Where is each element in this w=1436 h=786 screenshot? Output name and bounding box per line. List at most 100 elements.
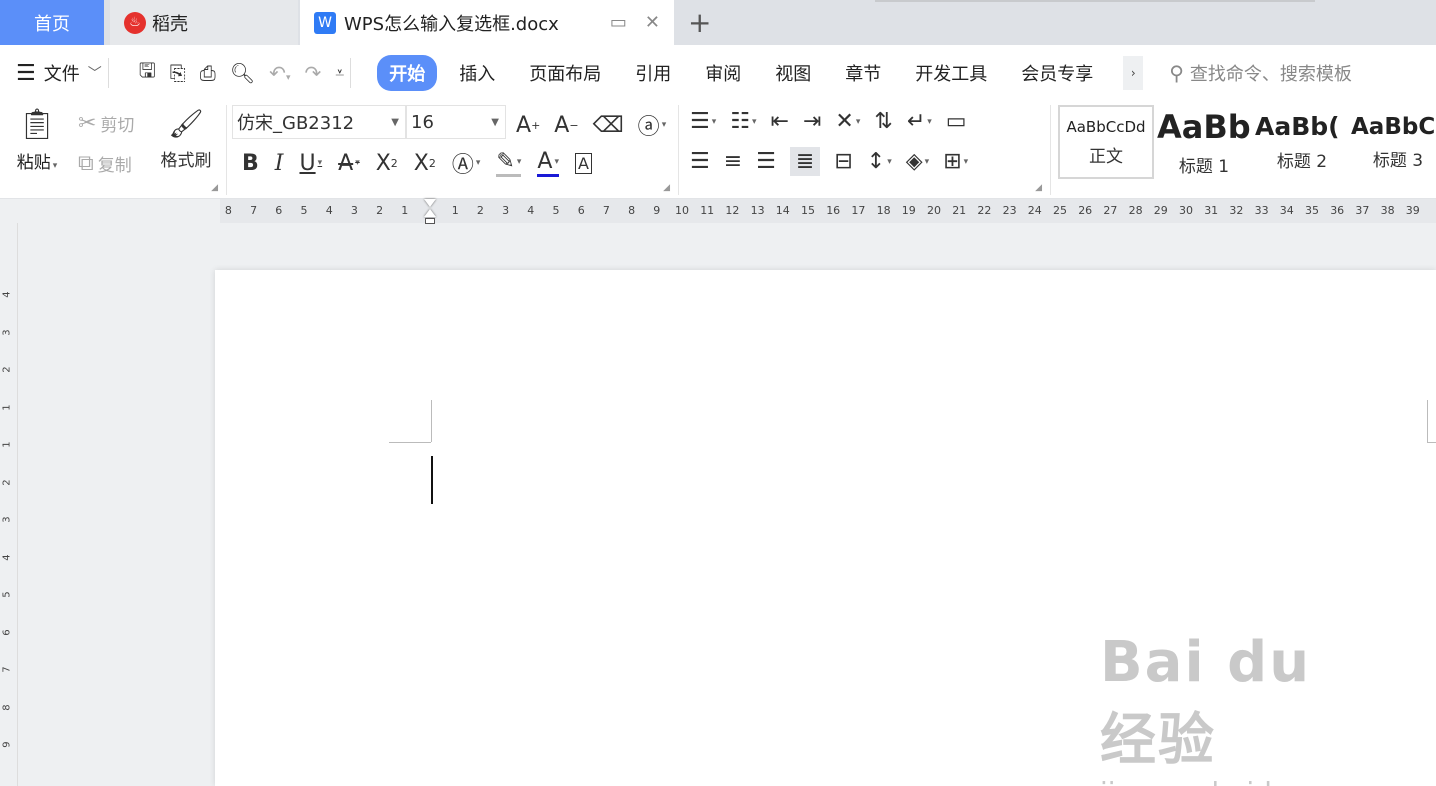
tab-developer[interactable]: 开发工具 — [903, 55, 999, 91]
ruler-number: 26 — [1078, 204, 1093, 217]
chinese-layout-icon[interactable]: ✕ ▾ — [835, 109, 860, 134]
character-border-icon[interactable]: A — [574, 152, 592, 174]
tab-section[interactable]: 章节 — [833, 55, 893, 91]
bullet-list-icon[interactable]: ☰ ▾ — [690, 109, 716, 134]
copy-button[interactable]: ⧉ 复制 — [78, 151, 132, 176]
font-size-select[interactable]: 16 ▼ — [406, 105, 506, 139]
ruler-number: 22 — [977, 204, 992, 217]
more-tabs-button[interactable]: › — [1123, 56, 1144, 90]
border-icon[interactable]: ⊞ ▾ — [943, 149, 968, 174]
tab-references[interactable]: 引用 — [623, 55, 683, 91]
shading-icon[interactable]: ◈ ▾ — [906, 149, 929, 174]
tab-insert[interactable]: 插入 — [447, 55, 507, 91]
add-tab-button[interactable]: + — [688, 6, 711, 39]
tab-member[interactable]: 会员专享 — [1009, 55, 1105, 91]
file-menu[interactable]: ☰ 文件 ﹀ — [16, 60, 102, 86]
strikethrough-icon[interactable]: A ▾ — [338, 151, 360, 176]
pin-window-icon[interactable]: ▭ — [610, 12, 627, 33]
copy-icon: ⧉ — [78, 151, 94, 176]
vertical-ruler[interactable]: 4 3 2 1 1 2 3 4 5 6 7 8 9 — [0, 223, 18, 786]
ruler-number: 2 — [1, 478, 13, 486]
paragraph-group: ☰ ▾ ☷ ▾ ⇤ ⇥ ✕ ▾ ⇅ ↵ ▾ ▭ ☰ ≡ ☰ ≣ ⊟ ↕ ▾ ◈ ▾ ⊞ ▾ ◢ — [686, 101, 1046, 199]
justify-icon[interactable]: ≣ — [789, 147, 821, 176]
text-effect-icon[interactable]: Ⓐ ▾ — [452, 147, 481, 179]
style-name: 正文 — [1089, 146, 1123, 167]
save-icon[interactable]: 🖫 — [139, 56, 156, 90]
format-painter-button[interactable]: 🖌︎ 格式刷 — [158, 107, 214, 171]
increase-indent-icon[interactable]: ⇥ — [803, 109, 821, 134]
style-heading-3[interactable]: AaBbC 标题 3 — [1350, 105, 1436, 179]
close-tab-icon[interactable]: ✕ — [645, 12, 660, 33]
dialog-launcher-icon[interactable]: ◢ — [663, 183, 670, 193]
paste-button[interactable]: 📋︎ 粘贴 ▾ — [14, 107, 60, 173]
ruler-number: 4 — [1, 291, 13, 298]
watermark-url: jingyan.baidu.com — [1100, 776, 1360, 786]
style-preview: AaBb( — [1255, 112, 1340, 141]
highlight-icon[interactable]: ✎ ▾ — [496, 149, 522, 177]
ruler-number: 1 — [1, 403, 13, 411]
text-cursor — [431, 456, 433, 504]
ruler-number: 16 — [826, 204, 841, 217]
print-preview-icon[interactable]: 🔍︎ — [230, 61, 255, 85]
subscript-icon[interactable]: X2 — [414, 151, 436, 176]
group-divider — [1050, 105, 1051, 195]
decrease-indent-icon[interactable]: ⇤ — [771, 109, 789, 134]
cut-button[interactable]: ✂ 剪切 — [78, 111, 134, 136]
tab-view[interactable]: 视图 — [763, 55, 823, 91]
style-heading-2[interactable]: AaBb( 标题 2 — [1254, 105, 1350, 179]
phonetic-guide-icon[interactable]: ⓐ ▾ — [638, 109, 667, 141]
align-left-icon[interactable]: ☰ — [690, 149, 710, 174]
ruler-number: 18 — [876, 204, 891, 217]
style-heading-1[interactable]: AaBb 标题 1 — [1156, 105, 1252, 179]
style-normal[interactable]: AaBbCcDd 正文 — [1058, 105, 1154, 179]
dialog-launcher-icon[interactable]: ◢ — [211, 183, 218, 193]
table-ruler-icon[interactable]: ▭ — [946, 109, 967, 134]
italic-icon[interactable]: I — [275, 151, 284, 176]
export-icon[interactable]: ⎘ — [170, 61, 186, 85]
ruler-number: 36 — [1330, 204, 1345, 217]
font-name-select[interactable]: 仿宋_GB2312 ▼ — [232, 105, 406, 139]
tab-daoke[interactable]: ♨ 稻壳 — [110, 0, 298, 45]
tab-home[interactable]: 首页 — [0, 0, 104, 45]
horizontal-ruler[interactable]: 87654321 1 2 3 4 5 6 7 8 9 10 11 12 13 14 15 16 17 18 19 20… — [0, 199, 1436, 224]
tab-page-layout[interactable]: 页面布局 — [517, 55, 613, 91]
ruler-number: 17 — [851, 204, 866, 217]
tab-document[interactable]: W WPS怎么输入复选框.docx ▭ ✕ — [300, 0, 674, 45]
align-center-icon[interactable]: ≡ — [724, 149, 742, 174]
font-tools-row1: A + A − ⌫ ⓐ ▾ — [516, 109, 666, 141]
ruler-number: 9 — [653, 204, 661, 217]
font-color-icon[interactable]: A ▾ — [537, 149, 559, 177]
undo-icon[interactable]: ↶▾ — [269, 61, 290, 85]
bold-icon[interactable]: B — [242, 151, 259, 176]
decrease-font-icon[interactable]: A − — [554, 113, 578, 138]
clear-format-icon[interactable]: ⌫ — [593, 113, 624, 138]
paragraph-row2: ☰ ≡ ☰ ≣ ⊟ ↕ ▾ ◈ ▾ ⊞ ▾ — [690, 147, 968, 176]
indent-marker-icon[interactable] — [424, 199, 436, 229]
sort-icon[interactable]: ⇅ — [874, 109, 892, 134]
numbered-list-icon[interactable]: ☷ ▾ — [730, 109, 756, 134]
increase-font-icon[interactable]: A + — [516, 113, 540, 138]
style-name: 标题 2 — [1276, 152, 1328, 172]
dialog-launcher-icon[interactable]: ◢ — [1035, 183, 1042, 193]
align-right-icon[interactable]: ☰ — [756, 149, 776, 174]
distributed-icon[interactable]: ⊟ — [834, 149, 852, 174]
underline-icon[interactable]: U ▾ — [299, 151, 322, 176]
tab-home-ribbon[interactable]: 开始 — [377, 55, 438, 91]
line-spacing-icon[interactable]: ↕ ▾ — [867, 149, 892, 174]
ruler-number: 19 — [901, 204, 916, 217]
ruler-number: 11 — [700, 204, 715, 217]
ruler-number: 4 — [527, 204, 535, 217]
redo-icon[interactable]: ↷ — [304, 61, 321, 85]
ruler-number: 15 — [801, 204, 815, 217]
ruler-number: 2 — [476, 204, 484, 217]
customize-toolbar-icon[interactable]: ⩡ — [335, 63, 344, 83]
print-icon[interactable]: ⎙ — [200, 61, 216, 85]
tab-review[interactable]: 审阅 — [693, 55, 753, 91]
superscript-icon[interactable]: X2 — [376, 151, 398, 176]
watermark-logo: Bai du 经验 — [1100, 630, 1312, 773]
ruler-number: 5 — [300, 204, 308, 217]
show-marks-icon[interactable]: ↵ ▾ — [907, 109, 932, 134]
font-group: 仿宋_GB2312 ▼ 16 ▼ A + A − ⌫ ⓐ ▾ B I U ▾ A ▾ X2… — [232, 101, 672, 199]
paragraph-row1: ☰ ▾ ☷ ▾ ⇤ ⇥ ✕ ▾ ⇅ ↵ ▾ ▭ — [690, 109, 967, 134]
command-search[interactable]: ⚲ 查找命令、搜索模板 — [1169, 60, 1352, 86]
